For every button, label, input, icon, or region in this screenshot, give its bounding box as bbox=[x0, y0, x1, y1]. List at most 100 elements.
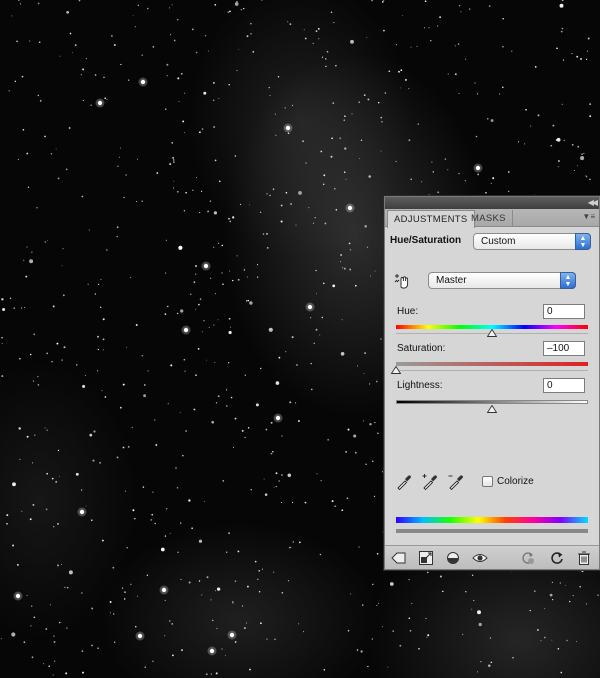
star bbox=[225, 389, 228, 391]
star bbox=[562, 59, 565, 61]
star bbox=[173, 187, 174, 189]
star bbox=[302, 140, 305, 143]
star bbox=[409, 630, 412, 632]
star bbox=[383, 29, 385, 32]
star bbox=[243, 627, 246, 630]
star bbox=[265, 428, 268, 431]
star bbox=[213, 82, 215, 84]
star bbox=[392, 630, 395, 632]
star bbox=[132, 15, 134, 17]
tab-adjustments[interactable]: ADJUSTMENTS bbox=[387, 210, 475, 228]
star bbox=[372, 460, 374, 463]
star bbox=[106, 98, 108, 100]
star bbox=[116, 226, 119, 229]
star bbox=[181, 649, 183, 652]
star bbox=[587, 37, 590, 40]
star bbox=[193, 281, 196, 283]
star bbox=[323, 669, 326, 671]
saturation-slider-track[interactable] bbox=[396, 370, 588, 371]
star bbox=[12, 482, 16, 487]
panel-title-bar[interactable]: ◀◀ bbox=[385, 197, 599, 209]
star bbox=[362, 420, 364, 422]
star bbox=[19, 458, 21, 460]
star bbox=[80, 489, 83, 491]
star bbox=[572, 594, 574, 597]
lightness-input[interactable]: 0 bbox=[543, 378, 585, 393]
colorize-checkbox[interactable] bbox=[482, 476, 493, 487]
star bbox=[458, 5, 461, 7]
star bbox=[363, 94, 366, 96]
star bbox=[246, 585, 249, 588]
star bbox=[228, 330, 232, 335]
star bbox=[180, 72, 183, 75]
star bbox=[569, 600, 571, 603]
star bbox=[304, 501, 307, 504]
previous-state-icon[interactable] bbox=[520, 550, 536, 566]
collapse-icon[interactable]: ◀◀ bbox=[588, 198, 598, 208]
preset-select[interactable]: Custom ▲ ▼ bbox=[473, 233, 591, 250]
eyedropper-minus-icon[interactable] bbox=[447, 473, 465, 491]
star bbox=[2, 308, 6, 311]
star bbox=[551, 639, 553, 641]
reset-icon[interactable] bbox=[549, 550, 565, 566]
star bbox=[305, 162, 307, 164]
star bbox=[346, 497, 349, 500]
saturation-input[interactable]: –100 bbox=[543, 341, 585, 356]
back-arrow-icon[interactable] bbox=[391, 550, 407, 566]
star bbox=[246, 300, 248, 302]
bright-star bbox=[229, 632, 235, 638]
star bbox=[399, 644, 402, 647]
star bbox=[273, 487, 275, 489]
trash-icon[interactable] bbox=[576, 550, 592, 566]
star bbox=[560, 671, 563, 674]
star bbox=[369, 383, 371, 385]
star bbox=[263, 478, 265, 480]
star bbox=[205, 673, 208, 676]
star bbox=[170, 364, 173, 367]
star bbox=[477, 610, 481, 615]
star bbox=[229, 10, 231, 13]
star bbox=[284, 107, 286, 109]
star bbox=[104, 396, 107, 398]
visibility-eye-icon[interactable] bbox=[472, 550, 488, 566]
star bbox=[227, 11, 229, 13]
star bbox=[460, 11, 462, 13]
star bbox=[82, 384, 86, 388]
eyedropper-plus-icon[interactable] bbox=[421, 473, 439, 491]
star bbox=[135, 625, 137, 628]
star bbox=[250, 33, 252, 35]
star bbox=[309, 317, 312, 319]
star bbox=[534, 65, 537, 68]
star bbox=[508, 190, 510, 193]
star bbox=[201, 190, 203, 192]
star bbox=[322, 183, 325, 185]
expand-view-icon[interactable] bbox=[418, 550, 434, 566]
star bbox=[184, 92, 186, 94]
targeted-adjustment-hand-icon[interactable] bbox=[394, 272, 412, 290]
lightness-slider-thumb[interactable] bbox=[487, 405, 497, 413]
tab-masks[interactable]: MASKS bbox=[465, 210, 513, 227]
star bbox=[315, 30, 318, 32]
star bbox=[177, 77, 180, 80]
star bbox=[515, 569, 517, 572]
star bbox=[102, 318, 105, 321]
star bbox=[57, 523, 59, 525]
star bbox=[114, 641, 116, 643]
hue-input[interactable]: 0 bbox=[543, 304, 585, 319]
star bbox=[289, 546, 291, 549]
clip-layer-icon[interactable] bbox=[445, 550, 461, 566]
star bbox=[176, 190, 179, 193]
panel-menu-icon[interactable]: ▼≡ bbox=[582, 212, 595, 222]
star bbox=[241, 429, 244, 432]
eyedropper-icon[interactable] bbox=[395, 473, 413, 491]
channel-select[interactable]: Master ▲ ▼ bbox=[428, 272, 576, 289]
star bbox=[112, 566, 115, 569]
star bbox=[213, 211, 217, 215]
star bbox=[246, 35, 249, 38]
saturation-slider-thumb[interactable] bbox=[391, 366, 401, 374]
star bbox=[334, 505, 336, 507]
star bbox=[341, 319, 343, 321]
star bbox=[88, 229, 90, 231]
hue-slider-thumb[interactable] bbox=[487, 329, 497, 337]
star bbox=[1, 298, 4, 301]
